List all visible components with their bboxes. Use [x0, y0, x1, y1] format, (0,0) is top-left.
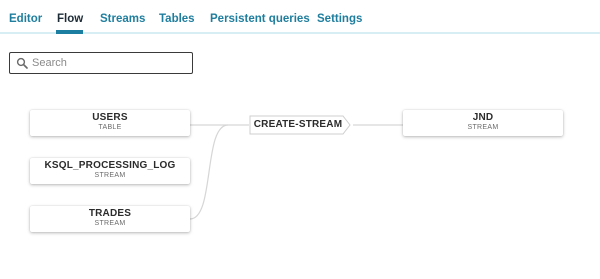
node-type: STREAM [94, 220, 126, 227]
node-name: TRADES [88, 208, 132, 219]
node-type: TABLE [98, 124, 122, 131]
node-name: USERS [92, 112, 128, 123]
edge-trades-to-query [189, 124, 229, 220]
node-ksql-processing-log[interactable]: KSQL_PROCESSING_LOG STREAM [30, 158, 190, 184]
node-type: STREAM [94, 172, 126, 179]
node-users[interactable]: USERS TABLE [30, 110, 190, 136]
query-label: CREATE-STREAM [253, 119, 343, 130]
node-trades[interactable]: TRADES STREAM [30, 206, 190, 232]
node-query-create-stream[interactable]: CREATE-STREAM [249, 115, 353, 135]
node-name: KSQL_PROCESSING_LOG [44, 160, 176, 171]
node-name: JND [472, 112, 494, 123]
node-type: STREAM [467, 124, 499, 131]
node-jnd[interactable]: JND STREAM [403, 110, 563, 136]
ksql-flow-view: Editor Flow Streams Tables Persistent qu… [0, 0, 600, 279]
flow-edges [189, 124, 403, 220]
